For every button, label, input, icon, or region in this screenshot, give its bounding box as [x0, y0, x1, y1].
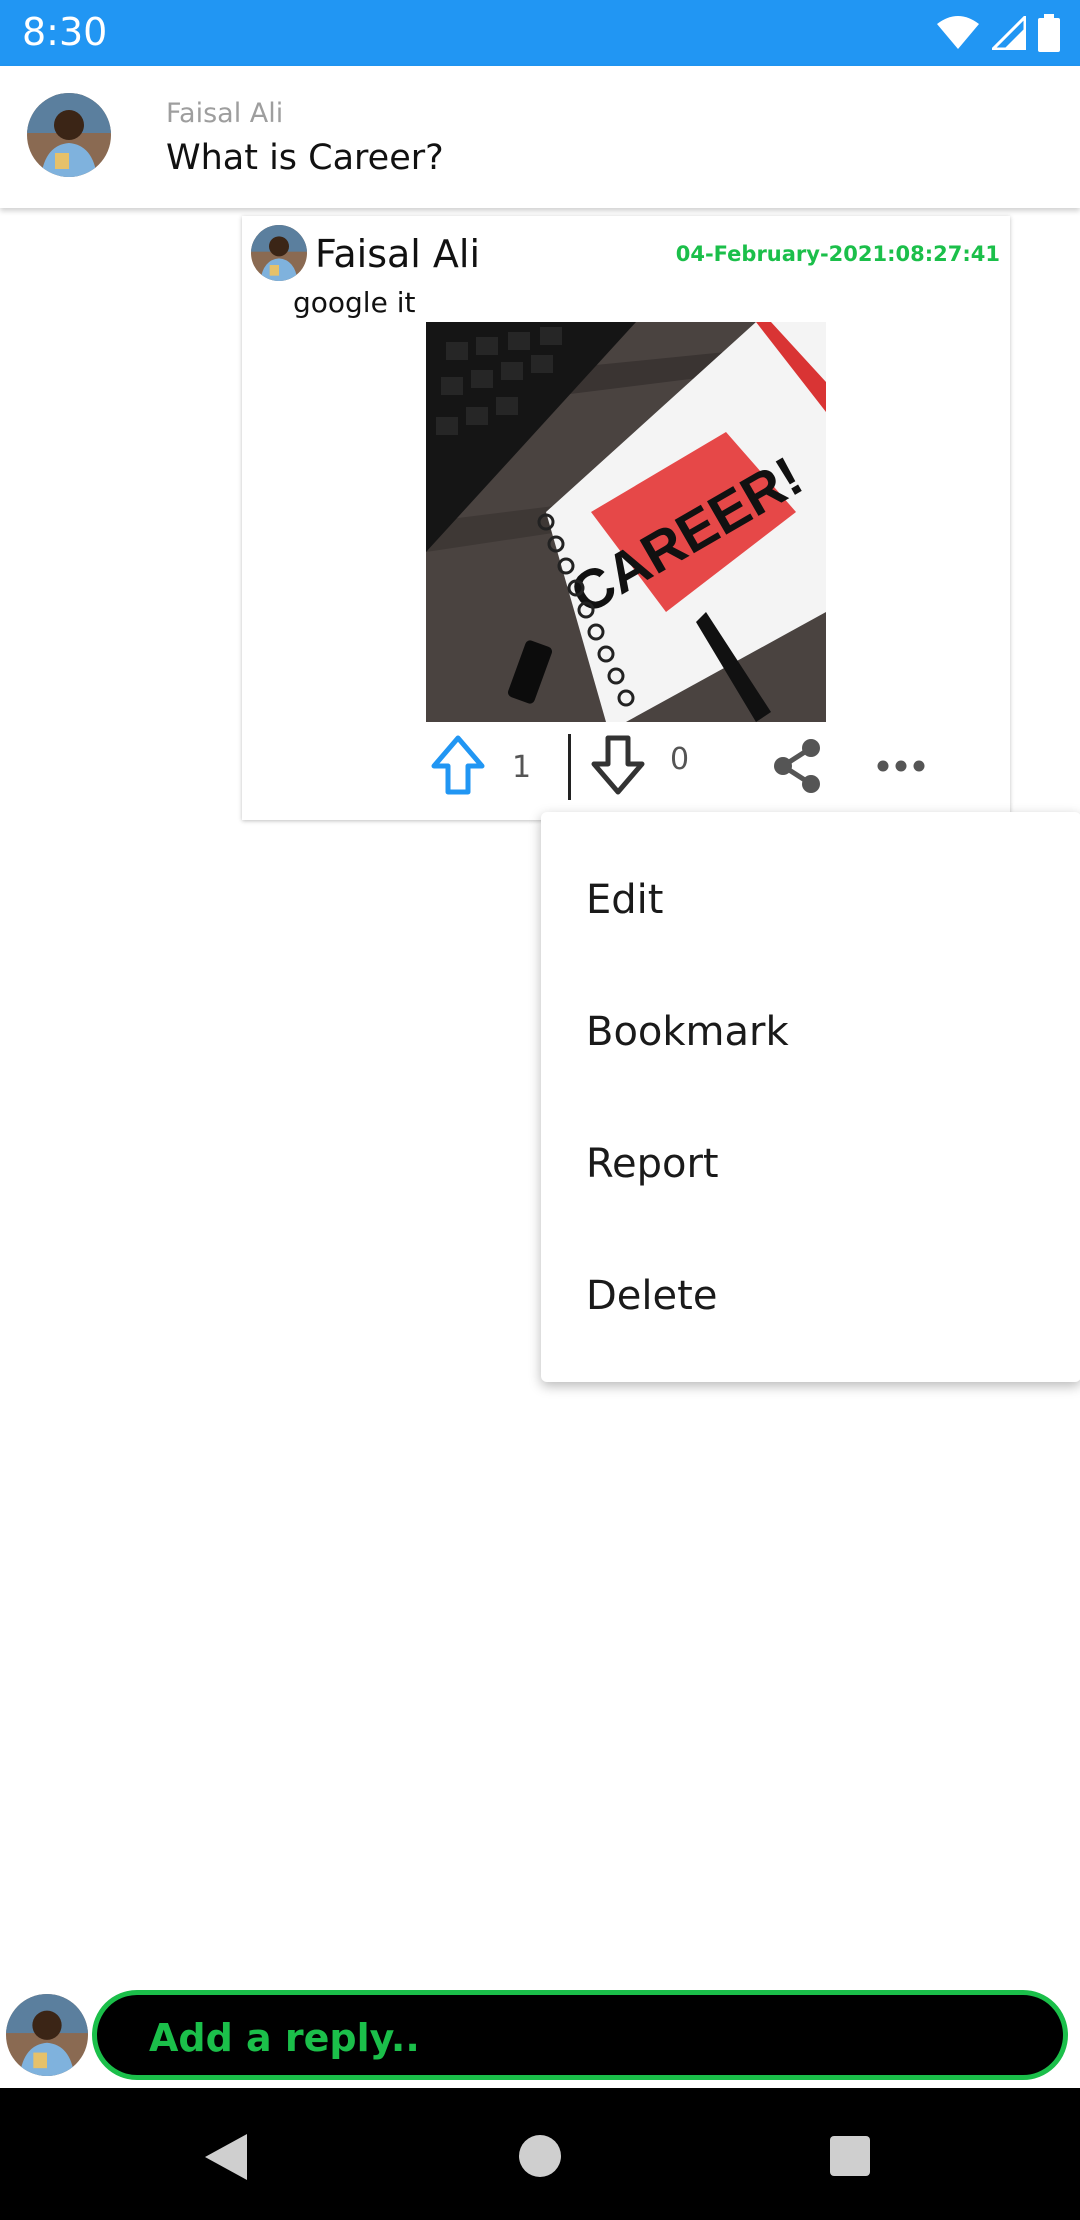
upvote-button[interactable] — [430, 734, 486, 796]
share-button[interactable] — [769, 738, 825, 794]
status-bar — [0, 0, 1080, 66]
upvote-count: 1 — [512, 750, 532, 785]
options-menu: Edit Bookmark Report Delete — [541, 812, 1080, 1382]
menu-item-delete[interactable]: Delete — [586, 1273, 717, 1319]
header-avatar[interactable] — [27, 93, 111, 177]
recents-icon[interactable] — [829, 2135, 871, 2177]
answer-text: google it — [293, 286, 416, 319]
answer-timestamp: 04-February-2021:08:27:41 — [675, 242, 1000, 266]
reply-input[interactable]: Add a reply.. — [92, 1990, 1068, 2080]
menu-item-report[interactable]: Report — [586, 1141, 719, 1187]
share-icon — [774, 739, 820, 793]
downvote-arrow-icon — [591, 735, 645, 795]
question-author: Faisal Ali — [166, 98, 284, 129]
wifi-icon — [937, 16, 979, 49]
menu-item-edit[interactable]: Edit — [586, 877, 663, 923]
question-title: What is Career? — [166, 138, 444, 178]
status-time: 8:30 — [22, 10, 108, 54]
answer-image[interactable]: CAREER! — [426, 322, 826, 722]
upvote-arrow-icon — [431, 735, 485, 795]
home-icon[interactable] — [518, 2134, 562, 2178]
downvote-button[interactable] — [590, 734, 646, 796]
answer-author: Faisal Ali — [315, 232, 481, 276]
reply-placeholder: Add a reply.. — [149, 2016, 420, 2060]
vote-divider — [568, 734, 571, 800]
downvote-count: 0 — [670, 742, 690, 777]
battery-icon — [1038, 14, 1060, 52]
more-options-icon — [877, 760, 925, 772]
reply-avatar — [6, 1994, 88, 2076]
navigation-bar — [0, 2088, 1080, 2220]
signal-icon — [992, 16, 1026, 50]
status-icons — [936, 13, 1060, 53]
menu-item-bookmark[interactable]: Bookmark — [586, 1009, 789, 1055]
answer-avatar[interactable] — [251, 225, 307, 281]
back-icon[interactable] — [203, 2132, 249, 2182]
question-header — [0, 66, 1080, 208]
more-options-button[interactable] — [876, 748, 926, 784]
